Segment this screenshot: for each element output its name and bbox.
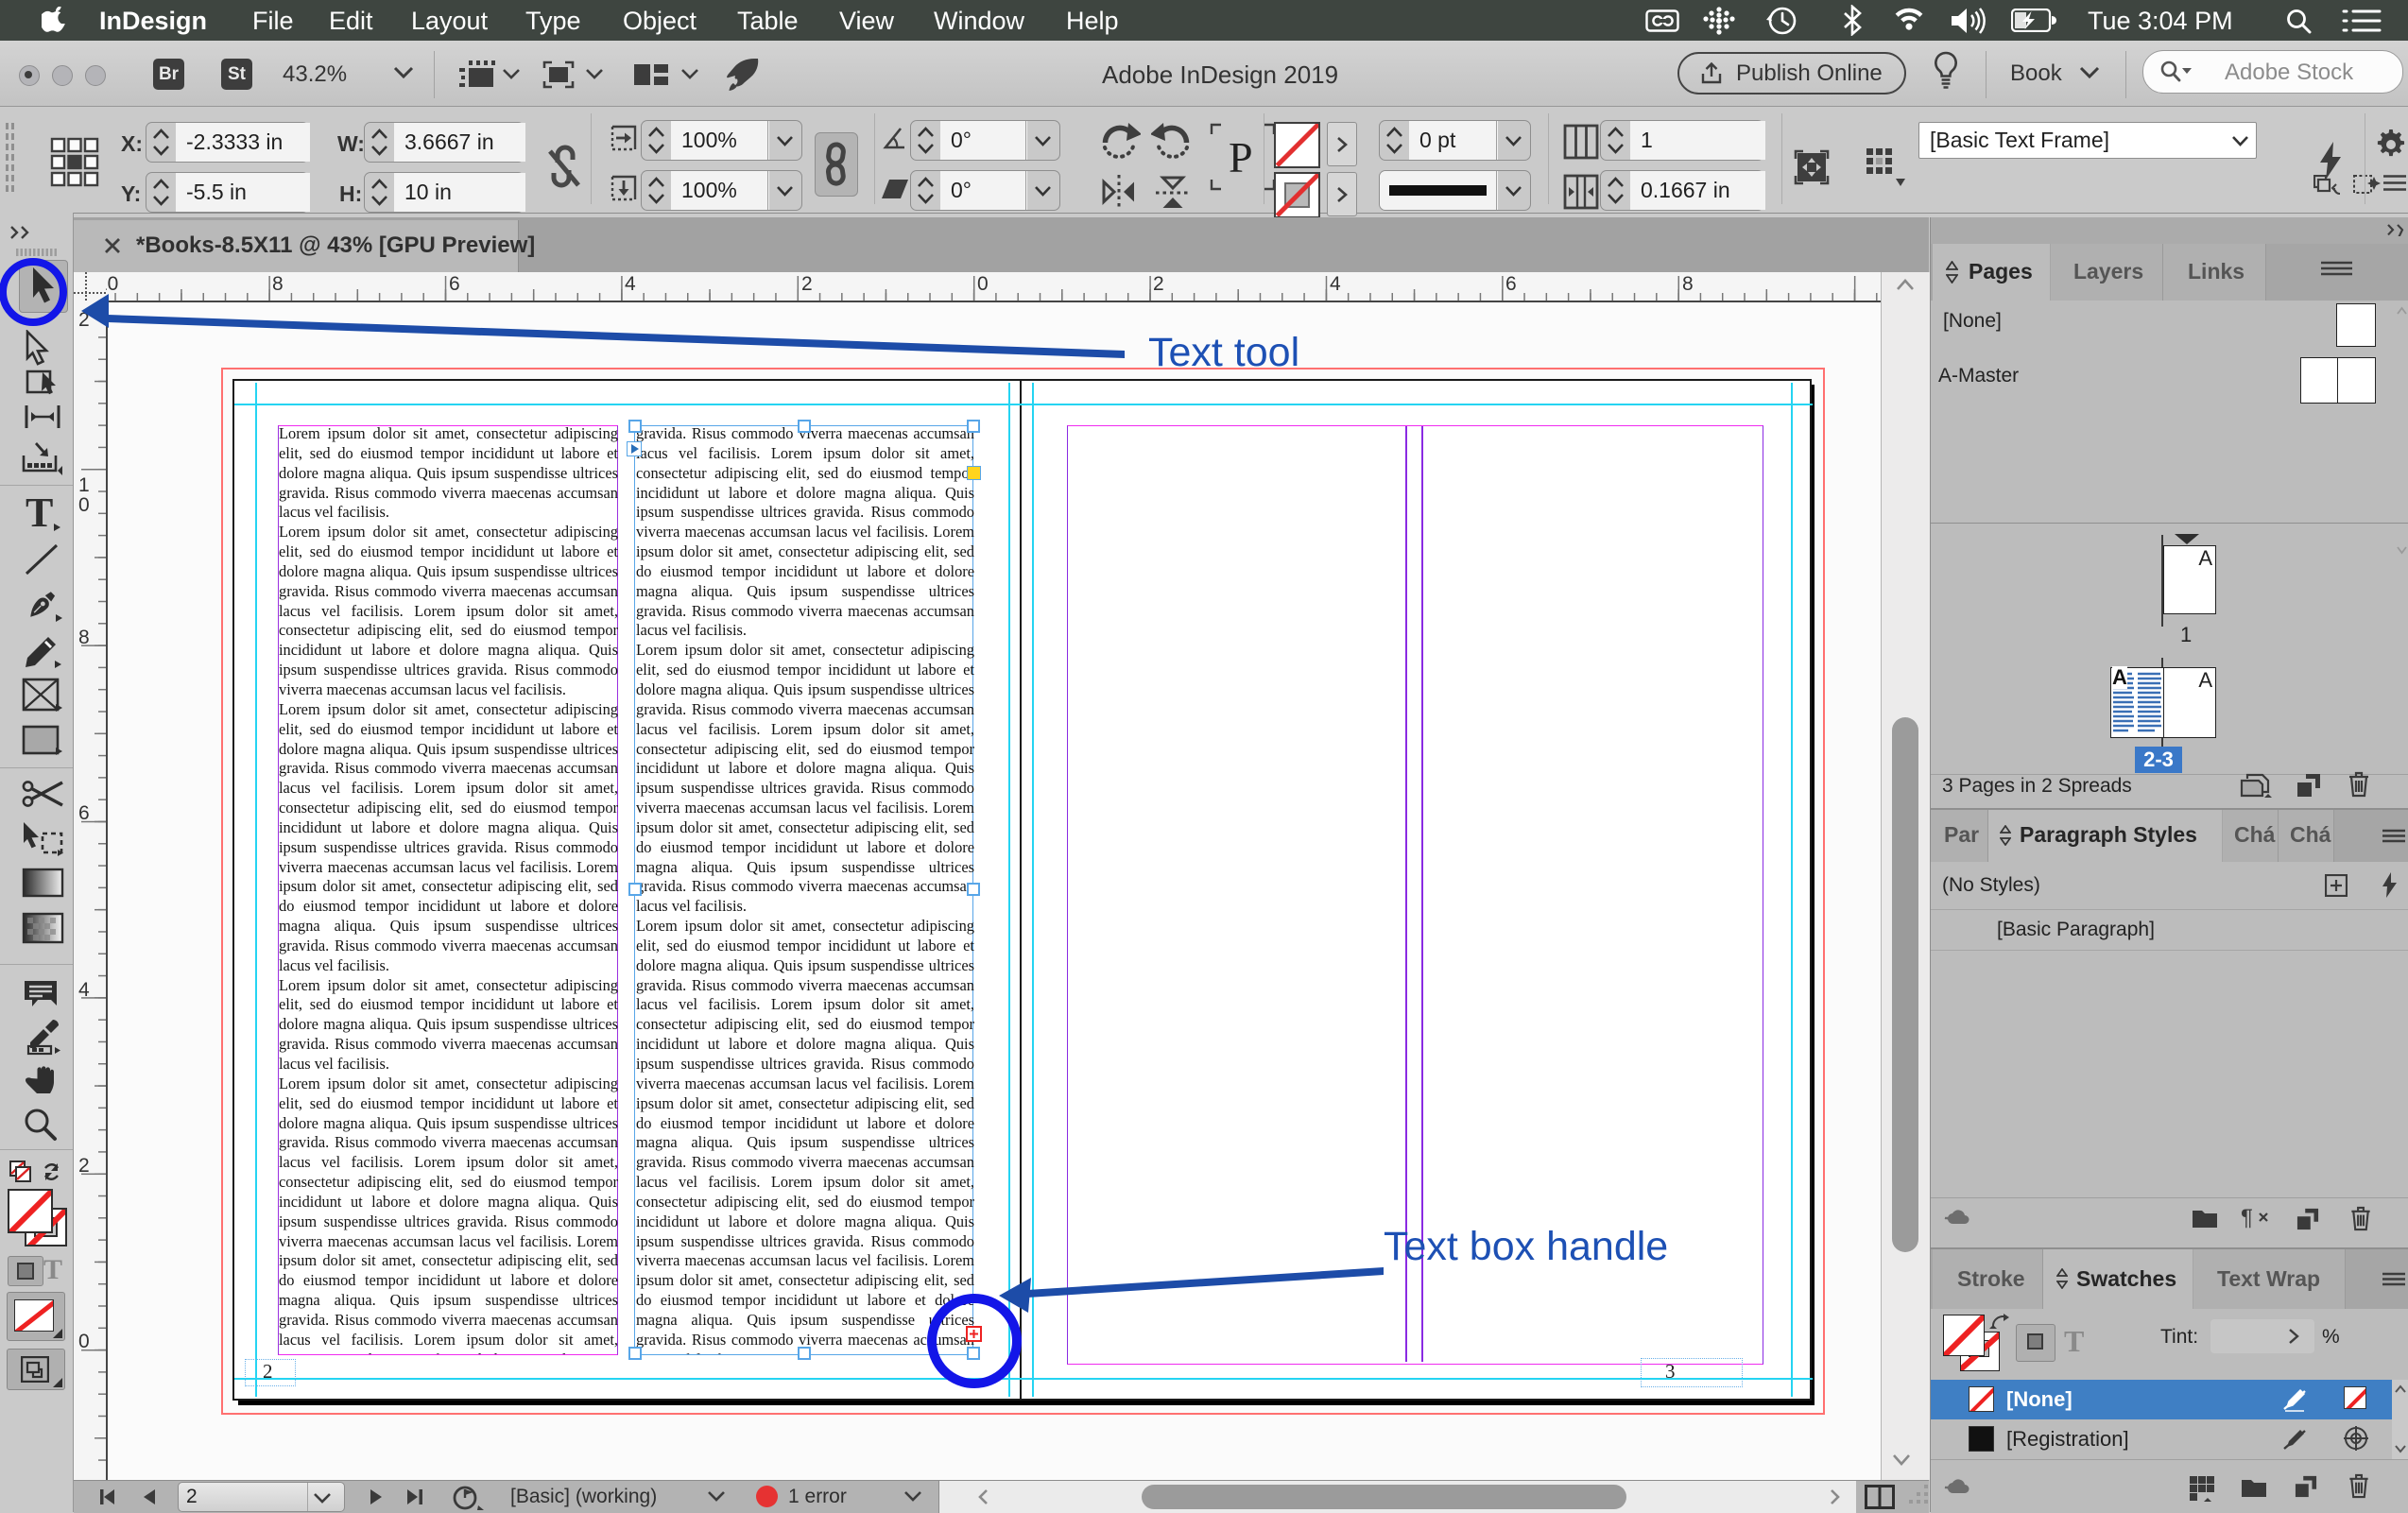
svg-text:¶: ¶ (2241, 1206, 2253, 1230)
svg-text:T: T (26, 495, 53, 533)
svg-text:P: P (1229, 133, 1253, 181)
